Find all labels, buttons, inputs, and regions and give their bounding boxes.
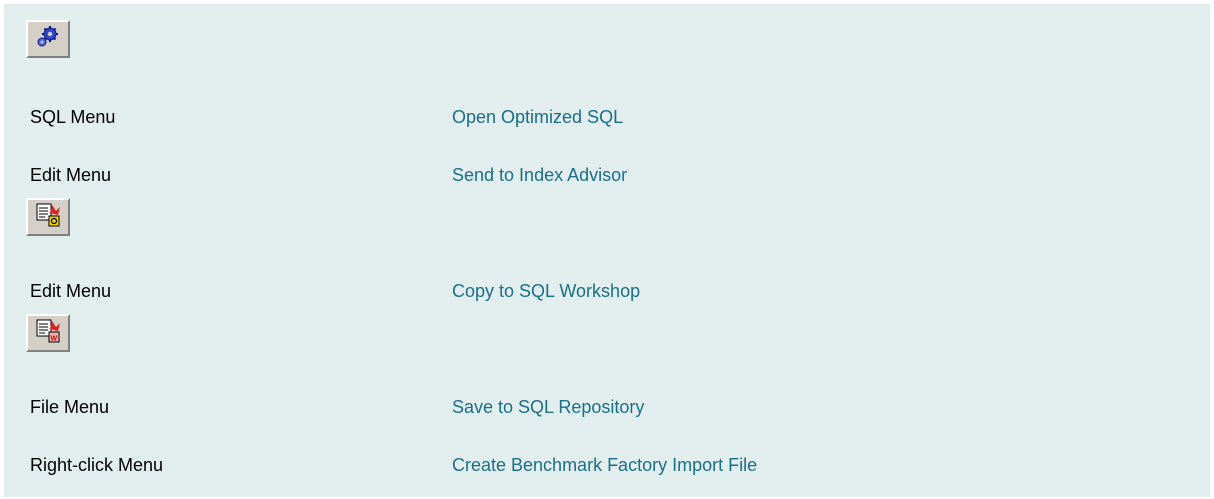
gears-icon [35,25,61,54]
copy-to-sql-workshop-button[interactable]: W [26,314,70,352]
edit-menu-label: Edit Menu [30,165,112,185]
svg-text:W: W [51,335,58,342]
open-optimized-sql-button[interactable] [26,20,70,58]
send-to-index-advisor-link[interactable]: Send to Index Advisor [452,164,627,186]
copy-to-sql-workshop-link[interactable]: Copy to SQL Workshop [452,280,640,302]
sql-menu-label: SQL Menu [30,107,116,127]
open-optimized-sql-link[interactable]: Open Optimized SQL [452,106,623,128]
file-menu-label: File Menu [30,397,110,417]
create-benchmark-factory-import-file-link[interactable]: Create Benchmark Factory Import File [452,454,757,476]
right-click-menu-label: Right-click Menu [30,455,164,475]
save-to-sql-repository-link[interactable]: Save to SQL Repository [452,396,644,418]
send-to-index-advisor-icon [35,202,61,233]
send-to-index-advisor-button[interactable] [26,198,70,236]
copy-to-workshop-icon: W [35,318,61,349]
menu-options-panel: SQL Menu Open Optimized SQL Edit Menu Se… [4,4,1210,497]
edit-menu-label: Edit Menu [30,281,112,301]
